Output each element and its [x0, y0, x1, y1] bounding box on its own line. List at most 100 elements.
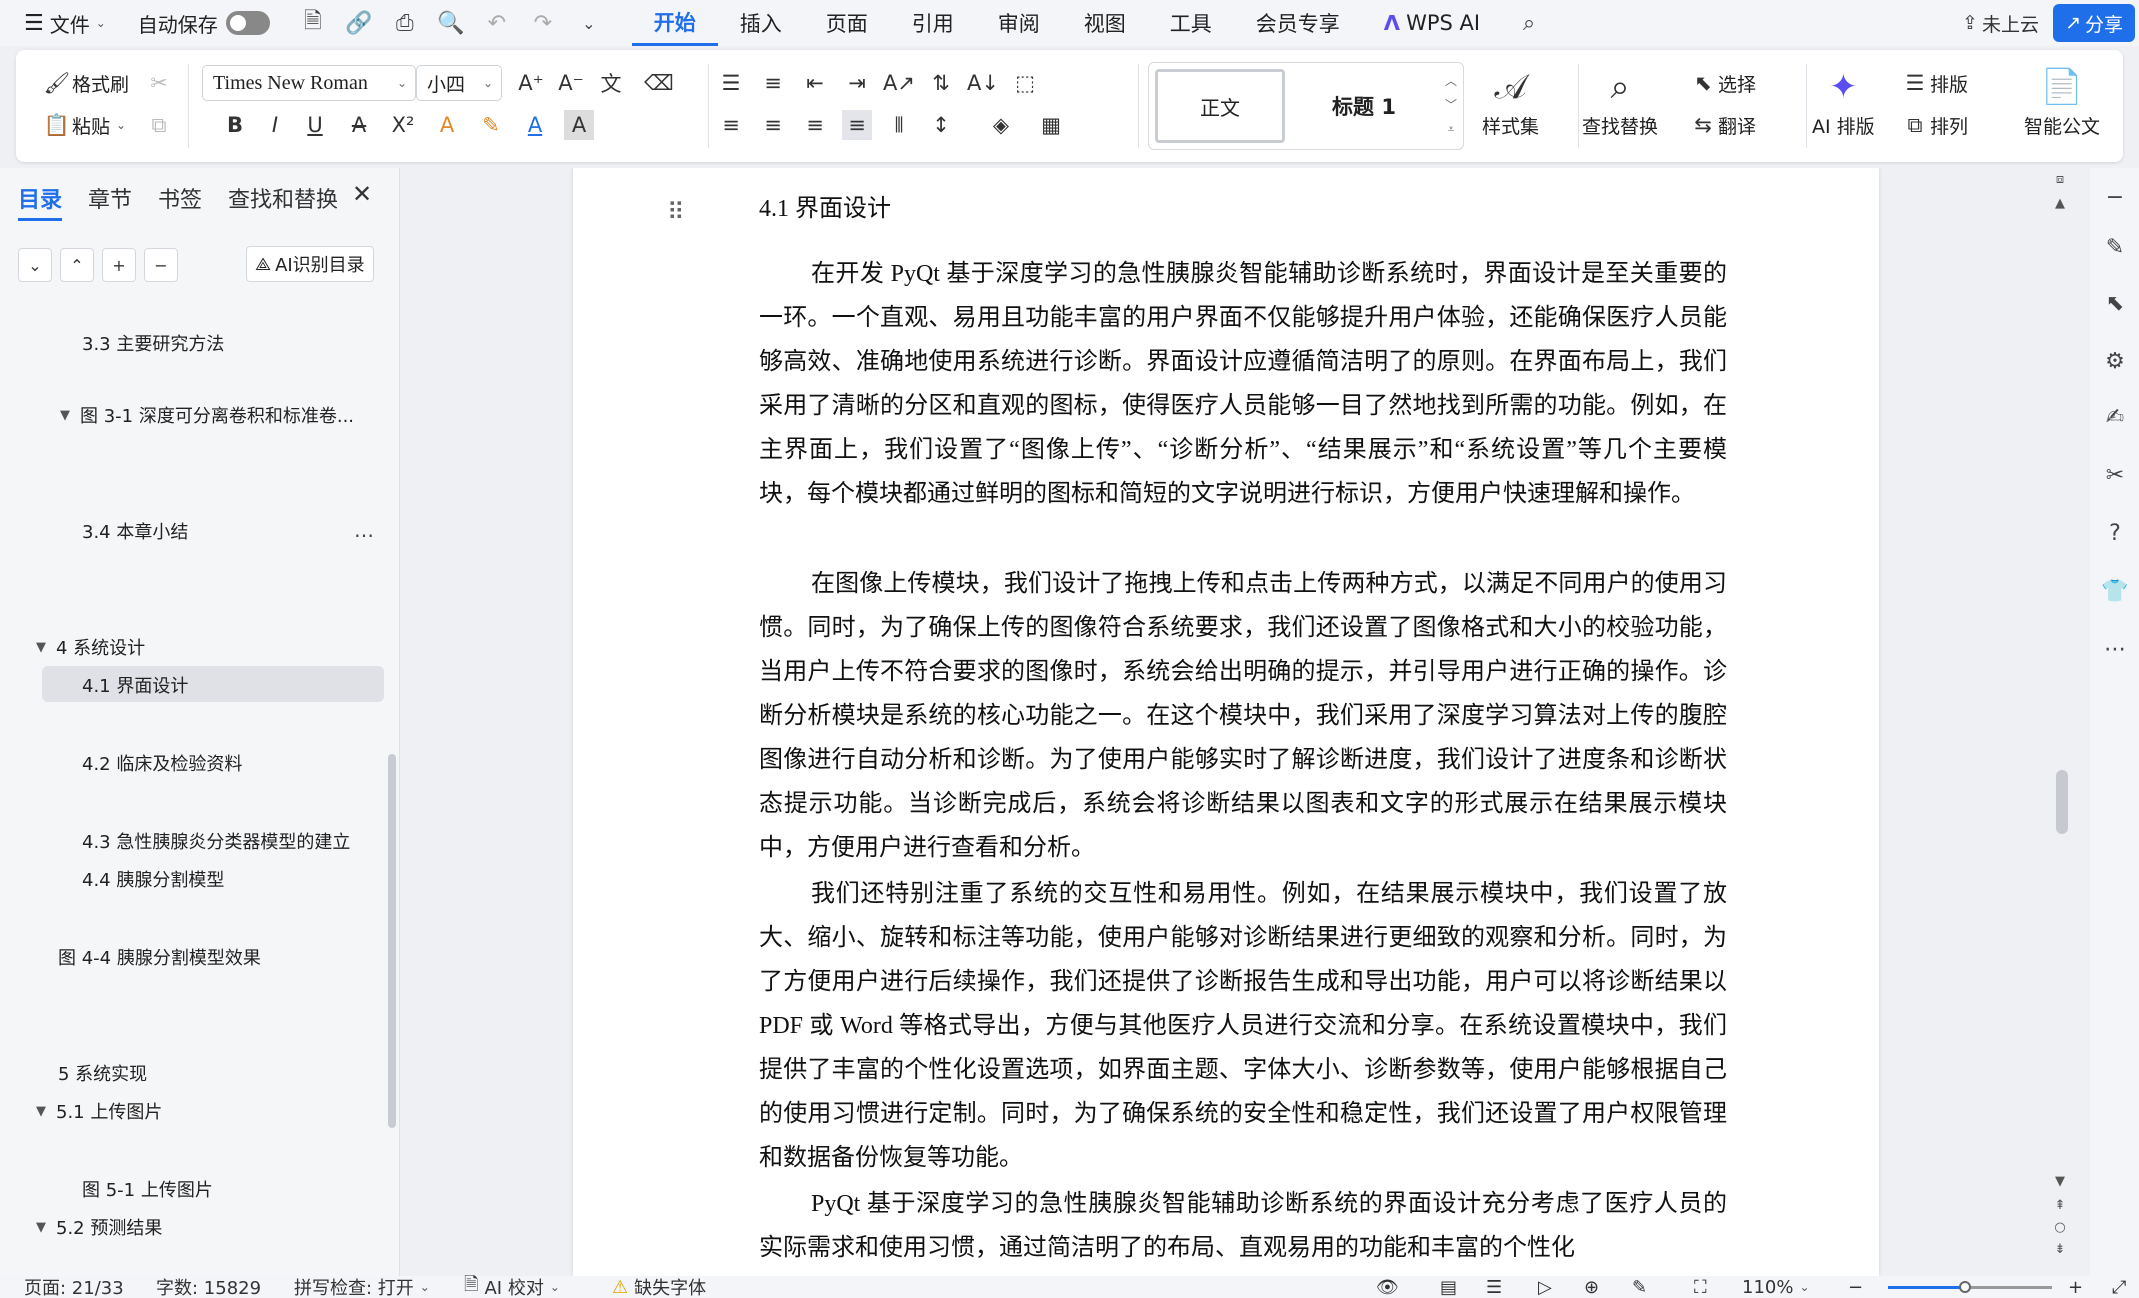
superscript-icon[interactable]: X² — [388, 110, 418, 140]
toc-item[interactable]: ▼ 5.1 上传图片 — [36, 1098, 162, 1124]
translate-button[interactable]: ⇆ 翻译 — [1688, 110, 1756, 140]
toc-item[interactable]: ▼ 图 3-1 深度可分离卷积和标准卷... — [60, 402, 354, 428]
align-justify-icon[interactable]: ≡ — [842, 110, 872, 140]
font-size-select[interactable]: 小四 ⌄ — [416, 65, 502, 101]
select-button[interactable]: ⬉ 选择 — [1688, 68, 1756, 98]
web-view-icon[interactable]: ⊕ — [1584, 1276, 1599, 1298]
cursor-icon[interactable]: ⬉ — [2098, 286, 2132, 320]
word-count[interactable]: 字数: 15829 — [156, 1276, 261, 1298]
strikethrough-icon[interactable]: A — [344, 110, 374, 140]
toc-item[interactable]: ▼ 4 系统设计 — [36, 634, 145, 660]
font-color-icon[interactable]: A — [520, 110, 550, 140]
eye-protection-icon[interactable]: 👁 — [1376, 1276, 1399, 1298]
clear-format-icon[interactable]: ⌫ — [644, 68, 674, 98]
font-shrink-icon[interactable]: A⁻ — [556, 68, 586, 98]
toc-item[interactable]: 3.3 主要研究方法 — [82, 330, 224, 356]
bold-icon[interactable]: B — [220, 110, 250, 140]
nav-scrollbar[interactable] — [388, 754, 396, 1128]
ai-toc-button[interactable]: ⟁ AI识别目录 — [246, 246, 374, 282]
tools-icon[interactable]: ✂ — [2098, 458, 2132, 492]
font-name-select[interactable]: Times New Roman ⌄ — [202, 65, 416, 101]
share-button[interactable]: ↗ 分享 — [2053, 4, 2135, 42]
add-heading-icon[interactable]: + — [102, 248, 136, 282]
drag-handle-icon[interactable]: ⠿ — [667, 198, 685, 226]
close-icon[interactable]: ✕ — [352, 180, 372, 208]
document-scrollbar[interactable] — [2056, 770, 2068, 834]
tab-view[interactable]: 视图 — [1062, 0, 1148, 46]
align-center-icon[interactable]: ≡ — [758, 110, 788, 140]
shirt-icon[interactable]: 👕 — [2098, 574, 2132, 608]
tab-references[interactable]: 引用 — [890, 0, 976, 46]
page-indicator[interactable]: 页面: 21/33 — [24, 1276, 124, 1298]
tab-home[interactable]: 开始 — [631, 0, 718, 46]
expand-arrow-icon[interactable]: ▼ — [36, 1220, 46, 1235]
tab-review[interactable]: 审阅 — [976, 0, 1062, 46]
toc-item[interactable]: 4.2 临床及检验资料 — [82, 750, 242, 776]
missing-font-alert[interactable]: ⚠ 缺失字体 — [612, 1276, 706, 1298]
char-shading-icon[interactable]: A — [564, 110, 594, 140]
style-gallery-scroll-icon[interactable]: ︿ ﹀ ⩡ — [1445, 69, 1457, 141]
print-preview-icon[interactable]: 🔍 — [428, 0, 474, 46]
fit-page-icon[interactable]: ⛶ — [1694, 1276, 1707, 1298]
style-normal[interactable]: 正文 — [1155, 69, 1285, 143]
tab-insert[interactable]: 插入 — [718, 0, 804, 46]
expand-arrow-icon[interactable]: ▼ — [36, 1104, 46, 1119]
undo-icon[interactable]: ↶ — [474, 0, 520, 46]
save-icon[interactable]: 🗎 — [290, 0, 336, 46]
expand-up-icon[interactable]: ⌃ — [60, 248, 94, 282]
show-marks-icon[interactable]: ⬚ — [1010, 68, 1040, 98]
zoom-out-icon[interactable]: − — [1848, 1276, 1863, 1298]
sliders-icon[interactable]: ⚙ — [2098, 344, 2132, 378]
style-heading-1[interactable]: 标题 1 — [1299, 69, 1429, 143]
font-grow-icon[interactable]: A⁺ — [516, 68, 546, 98]
paste-button[interactable]: 📋 粘贴 ⌄ — [42, 110, 126, 140]
text-effect-icon[interactable]: A — [432, 110, 462, 140]
toc-item[interactable]: 图 5-1 上传图片 — [82, 1176, 213, 1202]
underline-icon[interactable]: U — [300, 110, 330, 140]
expand-arrow-icon[interactable]: ▼ — [60, 408, 70, 423]
redo-icon[interactable]: ↷ — [520, 0, 566, 46]
nav-tab-toc[interactable]: 目录 — [18, 182, 63, 221]
tab-page[interactable]: 页面 — [804, 0, 890, 46]
italic-icon[interactable]: I — [260, 110, 290, 140]
zoom-slider-thumb[interactable] — [1959, 1281, 1971, 1293]
highlight-icon[interactable]: ✎ — [476, 110, 506, 140]
line-spacing-icon[interactable]: ↕ — [926, 110, 956, 140]
spellcheck-toggle[interactable]: 拼写检查: 打开 ⌄ — [294, 1276, 430, 1298]
toggle-switch[interactable] — [225, 11, 270, 35]
toc-item[interactable]: 5 系统实现 — [58, 1060, 147, 1086]
scroll-down-icon[interactable]: ▼ — [2052, 1174, 2068, 1189]
align-right-icon[interactable]: ≡ — [800, 110, 830, 140]
toc-item[interactable]: 3.4 本章小结 — [82, 518, 188, 544]
expand-arrow-icon[interactable]: ▼ — [36, 640, 46, 655]
fullscreen-icon[interactable]: ⤢ — [2112, 1276, 2126, 1298]
search-icon[interactable]: ⌕ — [1506, 0, 1552, 46]
toc-item[interactable]: 4.3 急性胰腺炎分类器模型的建立 — [82, 828, 350, 854]
toc-item[interactable]: 4.4 胰腺分割模型 — [82, 866, 224, 892]
zoom-level[interactable]: 110% ⌄ — [1742, 1276, 1810, 1298]
phonetic-guide-icon[interactable]: 文 — [596, 68, 626, 98]
play-icon[interactable]: ▷ — [1538, 1276, 1552, 1298]
more-quick-icon[interactable]: ⌄ — [566, 0, 612, 46]
arrange-button[interactable]: ⧉ 排列 — [1900, 110, 1969, 140]
find-replace-button[interactable]: ⌕ 查找替换 — [1582, 62, 1658, 139]
share-link-icon[interactable]: 🔗 — [336, 0, 382, 46]
more-icon[interactable]: ⋯ — [2098, 632, 2132, 666]
page-view-icon[interactable]: ▤ — [1440, 1276, 1457, 1298]
scroll-up-icon[interactable]: ▲ — [2052, 196, 2068, 211]
tab-tools[interactable]: 工具 — [1148, 0, 1234, 46]
toc-item-active[interactable]: 4.1 界面设计 — [82, 672, 188, 698]
numbered-list-icon[interactable]: ≡ — [758, 68, 788, 98]
more-icon[interactable]: … — [354, 518, 375, 542]
format-painter-button[interactable]: 🖌 格式刷 — [42, 68, 129, 98]
smart-doc-button[interactable]: 📄 智能公文 — [2024, 62, 2100, 139]
align-left-icon[interactable]: ≡ — [716, 110, 746, 140]
remove-heading-icon[interactable]: − — [144, 248, 178, 282]
outline-view-icon[interactable]: ☰ — [1486, 1276, 1502, 1298]
cloud-status[interactable]: ⇪ 未上云 — [1948, 10, 2053, 37]
pen-icon[interactable]: ✎ — [2098, 230, 2132, 264]
bullet-list-icon[interactable]: ☰ — [716, 68, 746, 98]
next-page-icon[interactable]: ⇟ — [2052, 1242, 2068, 1257]
sort-icon[interactable]: ⇅ — [926, 68, 956, 98]
cut-button[interactable]: ✂ — [144, 68, 174, 98]
